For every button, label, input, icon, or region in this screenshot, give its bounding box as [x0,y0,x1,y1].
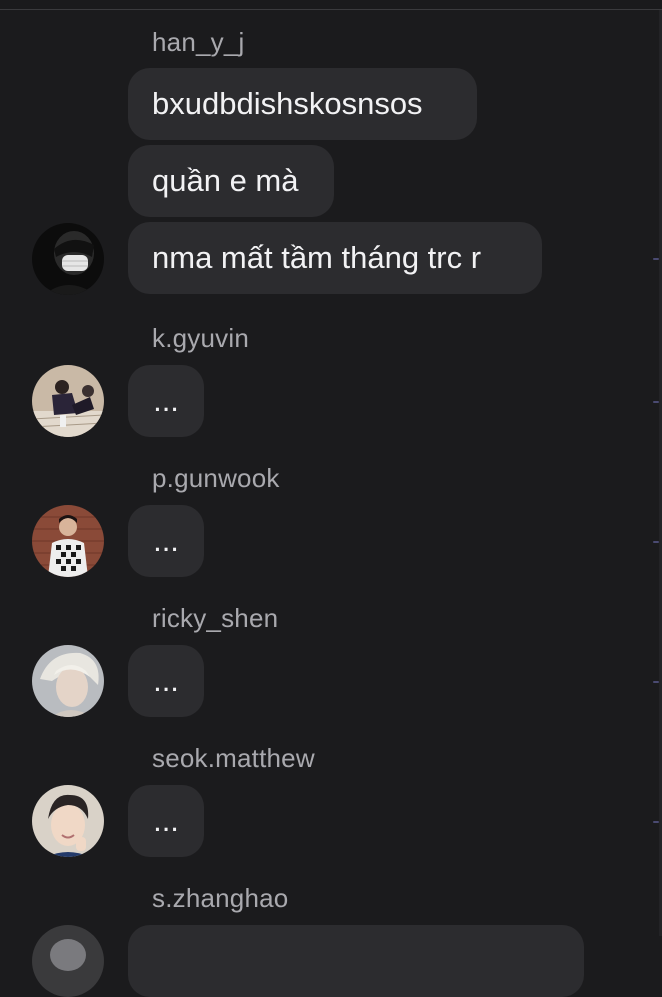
scroll-marker [653,681,659,683]
scroll-marker [653,258,659,260]
avatar-seok-matthew[interactable] [32,785,104,857]
message-bubble[interactable]: ... [128,645,204,717]
message-bubble[interactable]: quần e mà [128,145,334,217]
scroll-marker [653,401,659,403]
sender-name-p-gunwook: p.gunwook [152,463,280,493]
sender-name-ricky-shen: ricky_shen [152,603,279,633]
scroll-marker [653,541,659,543]
message-bubble[interactable]: nma mất tầm tháng trc r [128,222,542,294]
avatar-han-y-j[interactable] [32,223,104,295]
sender-name-seok-matthew: seok.matthew [152,743,315,773]
sender-name-han-y-j: han_y_j [152,27,245,57]
message-bubble[interactable]: ... [128,365,204,437]
avatar-k-gyuvin[interactable] [32,365,104,437]
message-bubble[interactable]: ... [128,785,204,857]
message-bubble[interactable]: ... [128,505,204,577]
avatar-ricky-shen[interactable] [32,645,104,717]
sender-name-s-zhanghao: s.zhanghao [152,883,289,913]
message-bubble[interactable]: bxudbdishskosnsos [128,68,477,140]
avatar-p-gunwook[interactable] [32,505,104,577]
sender-name-k-gyuvin: k.gyuvin [152,323,249,353]
top-divider [0,0,662,10]
scroll-marker [653,821,659,823]
